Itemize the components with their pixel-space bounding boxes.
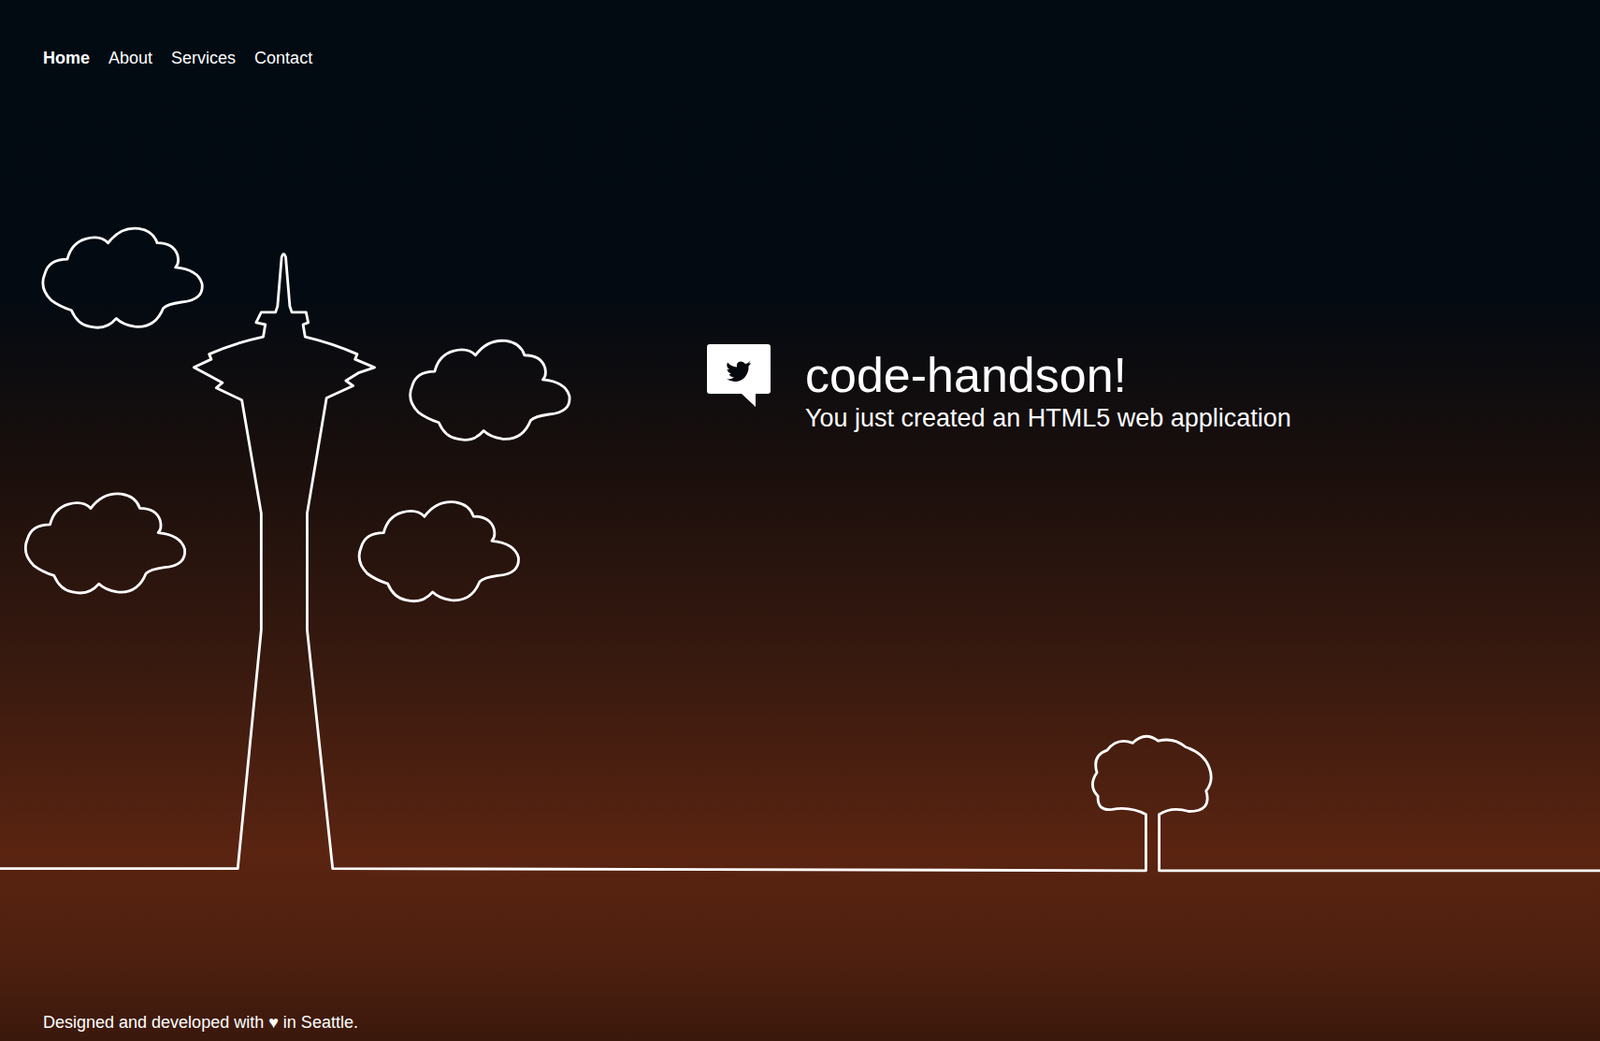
cloud-icon bbox=[43, 228, 202, 328]
cloud-icon bbox=[359, 502, 519, 602]
cloud-icon bbox=[410, 340, 570, 440]
hero-subtitle: You just created an HTML5 web applicatio… bbox=[805, 402, 1292, 434]
nav-item[interactable]: Services bbox=[171, 46, 236, 70]
nav-item[interactable]: Contact bbox=[254, 46, 313, 70]
twitter-bubble-icon bbox=[706, 344, 771, 408]
footer: Designed and developed with ♥ in Seattle… bbox=[0, 1010, 1600, 1041]
nav-bar: Home About Services Contact bbox=[0, 0, 1600, 70]
skyline-illustration bbox=[0, 0, 1600, 1041]
cloud-icon bbox=[25, 493, 185, 593]
nav-item[interactable]: About bbox=[108, 46, 153, 70]
hero-title: code-handson! bbox=[805, 347, 1292, 403]
nav-item[interactable]: Home bbox=[43, 46, 90, 70]
page: Home About Services Contact code-handson! Y… bbox=[0, 0, 1600, 1041]
hero: code-handson! You just created an HTML5 … bbox=[0, 69, 1600, 1011]
space-needle-icon bbox=[0, 254, 1600, 871]
